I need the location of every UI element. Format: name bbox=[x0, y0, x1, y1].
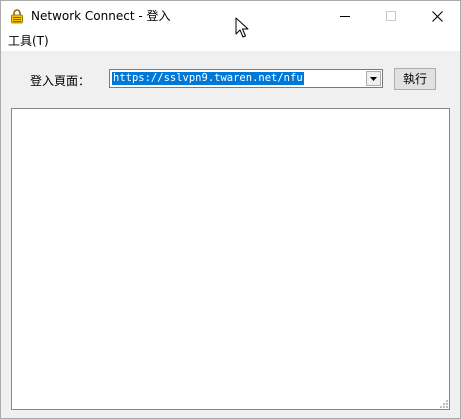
app-window: Network Connect - 登入 工具(T) 登入頁面： https:/… bbox=[0, 0, 461, 419]
maximize-icon bbox=[386, 11, 396, 21]
login-url-combobox[interactable]: https://sslvpn9.twaren.net/nfu bbox=[109, 69, 383, 88]
title-bar[interactable]: Network Connect - 登入 bbox=[1, 1, 460, 31]
maximize-button[interactable] bbox=[368, 1, 414, 31]
menu-bar: 工具(T) bbox=[1, 31, 460, 51]
login-url-value[interactable]: https://sslvpn9.twaren.net/nfu bbox=[112, 72, 304, 85]
menu-tools[interactable]: 工具(T) bbox=[4, 33, 53, 49]
mouse-cursor-icon bbox=[235, 17, 249, 38]
chevron-down-icon bbox=[370, 76, 377, 81]
close-icon bbox=[431, 10, 443, 22]
browser-content-pane[interactable] bbox=[11, 108, 450, 410]
dropdown-button[interactable] bbox=[366, 71, 381, 86]
lock-icon bbox=[11, 9, 23, 24]
minimize-button[interactable] bbox=[322, 1, 368, 31]
close-button[interactable] bbox=[414, 1, 460, 31]
minimize-icon bbox=[340, 16, 350, 17]
login-page-label: 登入頁面： bbox=[30, 74, 91, 88]
window-title: Network Connect - 登入 bbox=[31, 9, 171, 23]
resize-grip-icon[interactable] bbox=[438, 398, 448, 408]
run-button[interactable]: 執行 bbox=[394, 68, 436, 90]
login-row: 登入頁面： https://sslvpn9.twaren.net/nfu 執行 bbox=[1, 51, 460, 107]
